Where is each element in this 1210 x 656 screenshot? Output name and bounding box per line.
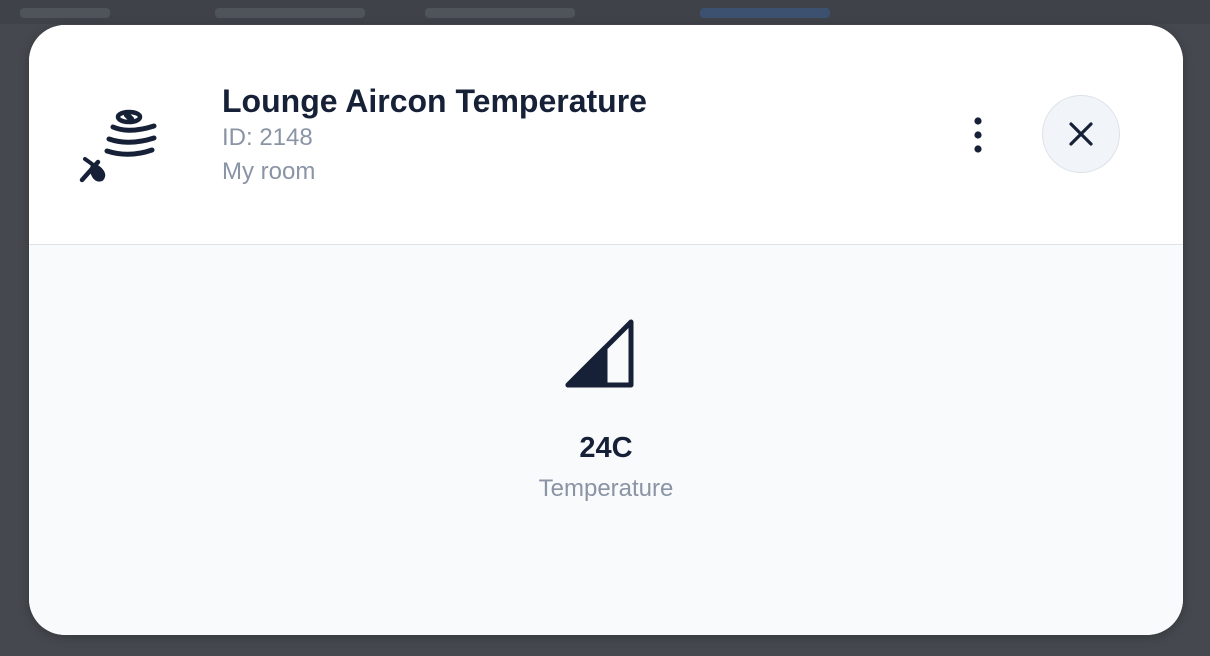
- temperature-label: Temperature: [538, 475, 674, 502]
- close-icon: [1068, 121, 1094, 147]
- device-info: Lounge Aircon Temperature ID: 2148 My ro…: [222, 81, 647, 189]
- dialog-header: Lounge Aircon Temperature ID: 2148 My ro…: [29, 25, 1183, 245]
- background-page: [0, 0, 1210, 24]
- more-options-button[interactable]: [954, 111, 1002, 159]
- device-title: Lounge Aircon Temperature: [222, 83, 647, 119]
- close-button[interactable]: [1042, 95, 1120, 173]
- background-blurred-text: [425, 8, 575, 18]
- temperature-value: 24C: [579, 432, 633, 464]
- device-id: ID: 2148: [222, 124, 313, 151]
- signal-level-icon: [563, 317, 639, 393]
- background-blurred-text: [215, 8, 365, 18]
- iot-hub-device-icon: [79, 103, 159, 183]
- background-blurred-button: [700, 8, 830, 18]
- dialog-body: 24C Temperature: [29, 245, 1183, 635]
- background-blurred-text: [20, 8, 110, 18]
- device-room: My room: [222, 158, 316, 185]
- device-detail-dialog: Lounge Aircon Temperature ID: 2148 My ro…: [29, 25, 1183, 635]
- more-vertical-icon: [972, 117, 984, 153]
